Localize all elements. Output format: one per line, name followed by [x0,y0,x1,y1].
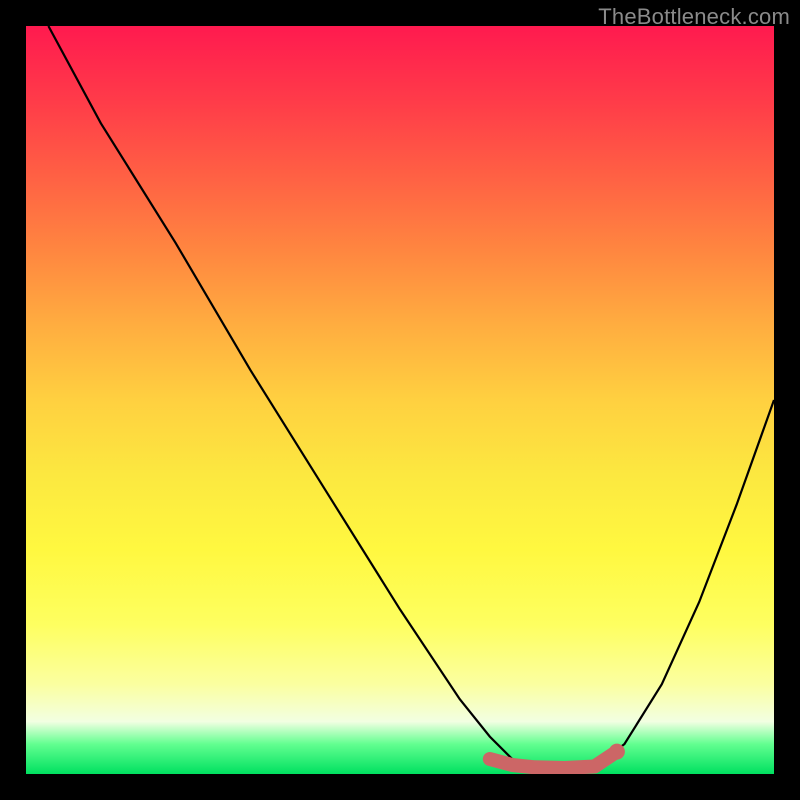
bottleneck-curve [48,26,774,770]
curve-overlay [26,26,774,774]
optimal-point-marker [609,744,625,760]
plot-area [26,26,774,774]
optimal-range-highlight [490,752,617,768]
chart-container: TheBottleneck.com [0,0,800,800]
